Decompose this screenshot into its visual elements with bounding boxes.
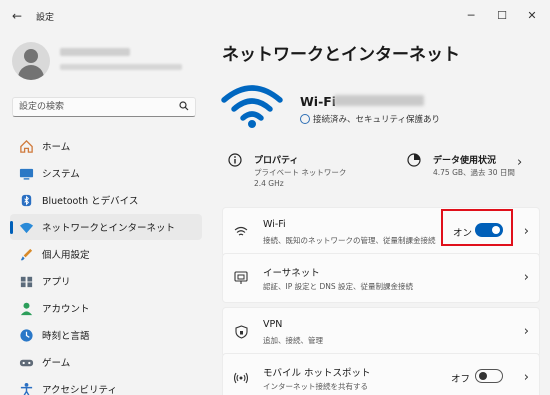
back-button[interactable]: ← — [8, 8, 26, 24]
mobile-hotspot-card[interactable]: モバイル ホットスポット インターネット接続を共有する オフ › — [222, 353, 540, 395]
profile-email-redacted — [60, 64, 182, 70]
system-icon — [18, 165, 34, 181]
sidebar-item-gaming[interactable]: ゲーム — [10, 349, 202, 375]
accessibility-icon — [18, 381, 34, 395]
time-language-icon — [18, 327, 34, 343]
sidebar-item-label: ホーム — [42, 142, 71, 153]
bluetooth-icon — [18, 192, 34, 208]
home-icon — [18, 138, 34, 154]
wifi-icon — [233, 224, 249, 240]
title-bar: ← 設定 ─ ☐ ✕ — [0, 0, 550, 32]
vpn-card-subtitle: 追加、接続、管理 — [263, 336, 323, 345]
hotspot-toggle-label: オフ — [451, 374, 471, 385]
network-status-text: 接続済み、セキュリティ保護あり — [313, 115, 440, 125]
chevron-right-icon: › — [523, 324, 529, 339]
vpn-card-title: VPN — [263, 319, 283, 330]
sidebar-item-label: ゲーム — [42, 358, 71, 369]
properties-button[interactable]: プロパティ プライベート ネットワーク 2.4 GHz — [228, 147, 368, 188]
minimize-button[interactable]: ─ — [457, 6, 485, 24]
sidebar-item-system[interactable]: システム — [10, 160, 202, 186]
sidebar-item-account[interactable]: アカウント — [10, 295, 202, 321]
vpn-shield-icon — [233, 324, 249, 340]
avatar — [12, 42, 50, 80]
sidebar-item-bluetooth[interactable]: Bluetooth とデバイス — [10, 187, 202, 213]
hotspot-card-subtitle: インターネット接続を共有する — [263, 382, 368, 391]
data-usage-icon — [407, 153, 421, 167]
gaming-icon — [18, 354, 34, 370]
sidebar-item-label: Bluetooth とデバイス — [42, 196, 139, 207]
ethernet-card[interactable]: イーサネット 認証、IP 設定と DNS 設定、従量制課金接続 › — [222, 253, 540, 303]
chevron-right-icon: › — [523, 224, 529, 239]
ethernet-card-title: イーサネット — [263, 268, 320, 279]
hotspot-card-title: モバイル ホットスポット — [263, 368, 371, 379]
network-icon — [18, 219, 34, 235]
info-icon — [228, 153, 242, 167]
settings-search[interactable] — [12, 97, 196, 117]
page-title: ネットワークとインターネット — [222, 45, 460, 65]
highlight-box — [441, 209, 513, 246]
apps-icon — [18, 273, 34, 289]
close-button[interactable]: ✕ — [518, 6, 546, 24]
network-status: 接続済み、セキュリティ保護あり — [300, 113, 440, 125]
back-arrow-icon: ← — [11, 9, 23, 23]
search-input[interactable] — [19, 100, 179, 114]
ethernet-card-subtitle: 認証、IP 設定と DNS 設定、従量制課金接続 — [263, 282, 414, 291]
search-icon[interactable] — [179, 101, 189, 114]
sidebar-item-label: 時刻と言語 — [42, 331, 90, 342]
sidebar-item-label: システム — [42, 169, 80, 180]
data-usage-title: データ使用状況 — [433, 156, 497, 166]
globe-icon — [300, 114, 310, 124]
app-title: 設定 — [36, 13, 55, 23]
network-ssid-redacted — [334, 95, 424, 106]
user-profile[interactable] — [10, 42, 200, 82]
account-icon — [18, 300, 34, 316]
vpn-card[interactable]: VPN 追加、接続、管理 › — [222, 307, 540, 357]
chevron-right-icon: › — [523, 270, 529, 285]
properties-title: プロパティ — [254, 156, 299, 166]
sidebar-item-label: アカウント — [42, 304, 90, 315]
sidebar-item-time-language[interactable]: 時刻と言語 — [10, 322, 202, 348]
properties-subtitle: プライベート ネットワーク 2.4 GHz — [254, 168, 347, 188]
chevron-right-icon: › — [517, 155, 523, 170]
profile-name-redacted — [60, 48, 130, 56]
sidebar-item-label: 個人用設定 — [42, 250, 90, 261]
sidebar-item-label: ネットワークとインターネット — [42, 223, 176, 234]
sidebar-item-apps[interactable]: アプリ — [10, 268, 202, 294]
sidebar-item-accessibility[interactable]: アクセシビリティ — [10, 376, 202, 395]
wifi-large-icon — [220, 84, 284, 128]
network-name: Wi-Fi — [300, 94, 337, 109]
sidebar-item-label: アプリ — [42, 277, 71, 288]
sidebar-item-personalization[interactable]: 個人用設定 — [10, 241, 202, 267]
sidebar-item-home[interactable]: ホーム — [10, 133, 202, 159]
chevron-right-icon: › — [523, 370, 529, 385]
ethernet-icon — [233, 270, 249, 286]
maximize-button[interactable]: ☐ — [488, 6, 516, 24]
sidebar-item-label: アクセシビリティ — [42, 385, 117, 395]
wifi-card-title: Wi-Fi — [263, 219, 286, 230]
hotspot-toggle[interactable] — [475, 369, 503, 383]
data-usage-button[interactable]: データ使用状況 4.75 GB、過去 30 日間 › — [407, 147, 537, 187]
sidebar-item-network[interactable]: ネットワークとインターネット — [10, 214, 202, 240]
properties-row: プロパティ プライベート ネットワーク 2.4 GHz データ使用状況 4.75 … — [222, 143, 540, 188]
hotspot-icon — [233, 370, 249, 386]
personalization-icon — [18, 246, 34, 262]
data-usage-subtitle: 4.75 GB、過去 30 日間 — [433, 168, 515, 177]
wifi-card-subtitle: 接続、既知のネットワークの管理、従量制課金接続 — [263, 236, 436, 245]
